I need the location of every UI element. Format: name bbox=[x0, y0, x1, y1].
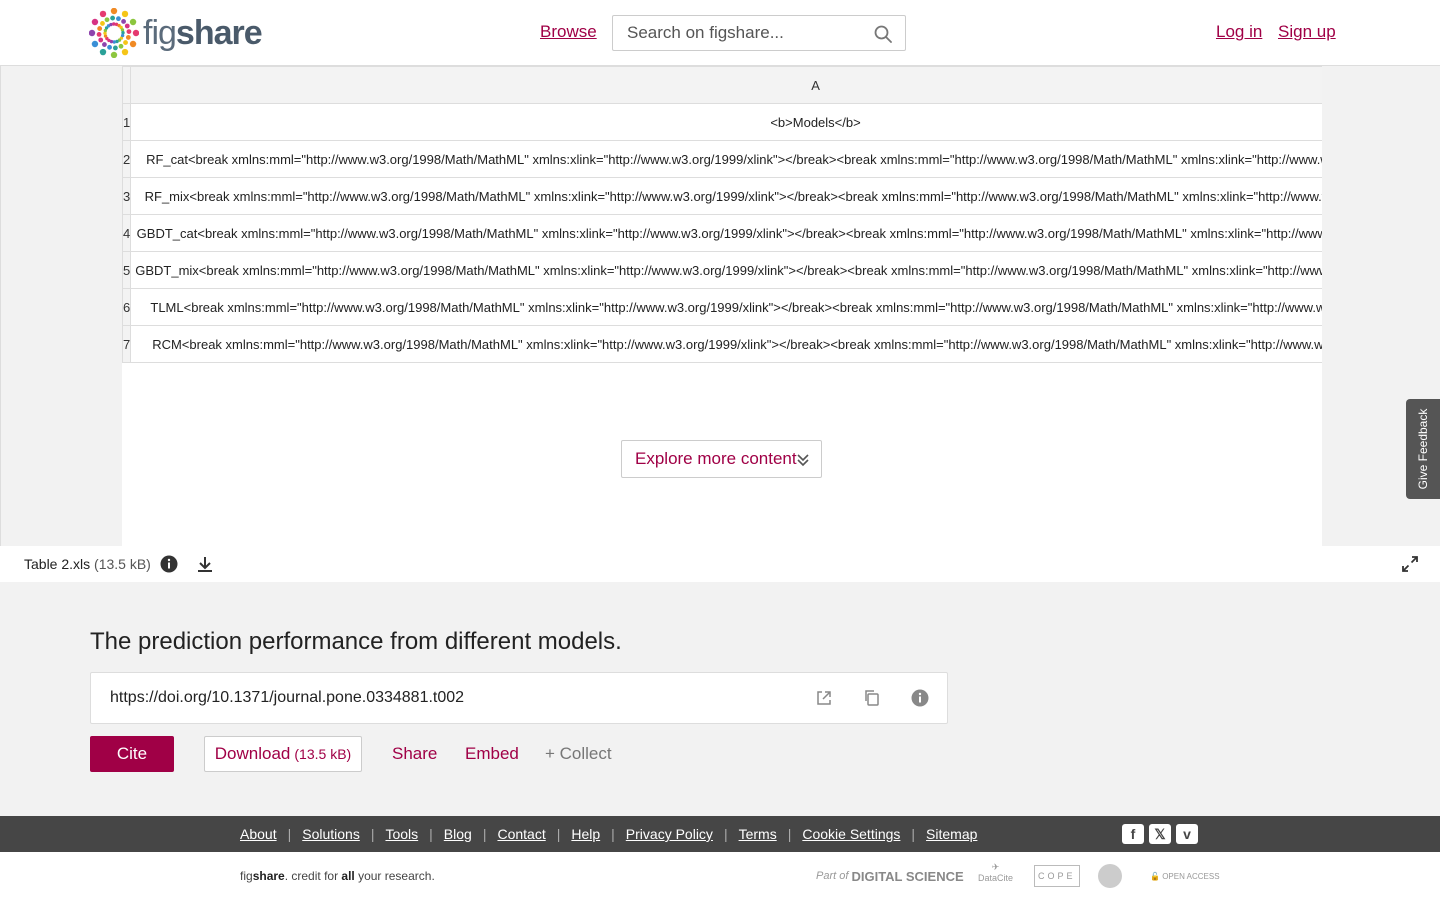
row-number: 2 bbox=[122, 140, 132, 178]
download-icon[interactable] bbox=[196, 555, 214, 573]
item-title: The prediction performance from differen… bbox=[90, 628, 622, 655]
footer-link-cookie-settings[interactable]: Cookie Settings bbox=[802, 826, 900, 842]
row-number: 1 bbox=[122, 103, 132, 141]
footer-link-help[interactable]: Help bbox=[571, 826, 600, 842]
search-icon[interactable] bbox=[873, 24, 893, 44]
footer-bar: About | Solutions | Tools | Blog | Contact | … bbox=[0, 816, 1440, 852]
table-row: 6 TLML<break xmlns:mml="http://www.w3.org… bbox=[122, 288, 1322, 326]
x-twitter-icon[interactable]: 𝕏 bbox=[1149, 824, 1171, 844]
datacite-logo[interactable]: ✈ DataCite bbox=[978, 862, 1013, 890]
open-access-icon: 🔓 bbox=[1150, 871, 1160, 881]
table-row: 1 <b>Models</b> bbox=[122, 103, 1322, 141]
row-number: 3 bbox=[122, 177, 132, 215]
embed-link[interactable]: Embed bbox=[465, 744, 519, 764]
column-header-a: A bbox=[130, 66, 1322, 104]
give-feedback-tab[interactable]: Give Feedback bbox=[1406, 399, 1440, 499]
site-header: figshare Browse Log in Sign up bbox=[0, 0, 1440, 66]
facebook-icon[interactable]: f bbox=[1122, 824, 1144, 844]
search-input[interactable] bbox=[613, 16, 863, 50]
digital-science-logo[interactable]: Part of DIGITAL SCIENCE bbox=[816, 862, 964, 890]
file-viewer: A 1 <b>Models</b> 2 RF_cat<break xmlns:mml… bbox=[0, 66, 1440, 582]
row-number: 5 bbox=[122, 251, 132, 289]
cite-button[interactable]: Cite bbox=[90, 736, 174, 772]
row-number: 7 bbox=[122, 325, 132, 363]
table-cell: <b>Models</b> bbox=[130, 103, 1322, 141]
download-button[interactable]: Download (13.5 kB) bbox=[204, 736, 362, 772]
table-cell: RCM<break xmlns:mml="http://www.w3.org/1… bbox=[130, 325, 1322, 363]
footer-link-tools[interactable]: Tools bbox=[385, 826, 418, 842]
column-header-row: A bbox=[122, 66, 1322, 104]
file-name: Table 2.xls (13.5 kB) bbox=[24, 556, 151, 572]
table-cell: TLML<break xmlns:mml="http://www.w3.org/… bbox=[130, 288, 1322, 326]
table-cell: GBDT_mix<break xmlns:mml="http://www.w3.… bbox=[130, 251, 1322, 289]
logo-wordmark: figshare bbox=[143, 13, 263, 52]
copy-icon[interactable] bbox=[863, 689, 881, 707]
signup-link[interactable]: Sign up bbox=[1278, 22, 1336, 42]
external-link-icon[interactable] bbox=[815, 689, 833, 707]
browse-link[interactable]: Browse bbox=[540, 22, 597, 42]
cope-logo[interactable]: COPE bbox=[1034, 865, 1080, 887]
file-size: (13.5 kB) bbox=[94, 556, 151, 572]
item-metadata: The prediction performance from differen… bbox=[0, 582, 1440, 816]
seal-logo-icon[interactable] bbox=[1098, 864, 1122, 888]
footer-link-about[interactable]: About bbox=[240, 826, 277, 842]
search-box bbox=[612, 15, 906, 51]
doi-link[interactable]: https://doi.org/10.1371/journal.pone.033… bbox=[110, 689, 464, 707]
table-cell: RF_cat<break xmlns:mml="http://www.w3.or… bbox=[130, 140, 1322, 178]
spreadsheet-table: A 1 <b>Models</b> 2 RF_cat<break xmlns:mml… bbox=[122, 66, 1322, 363]
table-cell: GBDT_cat<break xmlns:mml="http://www.w3.… bbox=[130, 214, 1322, 252]
footer-link-contact[interactable]: Contact bbox=[497, 826, 545, 842]
footer-bottom: figshare. credit for all your research. … bbox=[0, 852, 1440, 900]
file-info-icon[interactable] bbox=[160, 555, 178, 573]
double-chevron-down-icon bbox=[797, 454, 809, 467]
table-row: 2 RF_cat<break xmlns:mml="http://www.w3.o… bbox=[122, 140, 1322, 178]
footer-link-blog[interactable]: Blog bbox=[444, 826, 472, 842]
file-bar: Table 2.xls (13.5 kB) bbox=[0, 546, 1440, 582]
row-number: 6 bbox=[122, 288, 132, 326]
footer-links: About | Solutions | Tools | Blog | Contact | … bbox=[240, 826, 978, 842]
footer-link-terms[interactable]: Terms bbox=[739, 826, 777, 842]
login-link[interactable]: Log in bbox=[1216, 22, 1262, 42]
table-cell: RF_mix<break xmlns:mml="http://www.w3.or… bbox=[130, 177, 1322, 215]
figshare-logo-icon bbox=[89, 8, 139, 58]
row-number: 4 bbox=[122, 214, 132, 252]
table-row: 5 GBDT_mix<break xmlns:mml="http://www.w3… bbox=[122, 251, 1322, 289]
doi-info-icon[interactable] bbox=[911, 689, 929, 707]
table-row: 4 GBDT_cat<break xmlns:mml="http://www.w3… bbox=[122, 214, 1322, 252]
table-row: 3 RF_mix<break xmlns:mml="http://www.w3.o… bbox=[122, 177, 1322, 215]
collect-link[interactable]: + Collect bbox=[545, 744, 612, 764]
footer-link-solutions[interactable]: Solutions bbox=[302, 826, 360, 842]
table-row: 7 RCM<break xmlns:mml="http://www.w3.org/… bbox=[122, 325, 1322, 363]
footer-tagline: figshare. credit for all your research. bbox=[240, 869, 435, 883]
share-link[interactable]: Share bbox=[392, 744, 437, 764]
corner-cell bbox=[122, 66, 132, 104]
explore-more-button[interactable]: Explore more content bbox=[621, 440, 822, 478]
open-access-logo[interactable]: 🔓 OPEN ACCESS bbox=[1150, 862, 1220, 890]
doi-box: https://doi.org/10.1371/journal.pone.033… bbox=[90, 672, 948, 724]
fullscreen-icon[interactable] bbox=[1402, 556, 1418, 572]
explore-more-label: Explore more content bbox=[635, 449, 797, 468]
footer-link-sitemap[interactable]: Sitemap bbox=[926, 826, 977, 842]
vimeo-icon[interactable]: v bbox=[1176, 824, 1198, 844]
footer-link-privacy[interactable]: Privacy Policy bbox=[626, 826, 713, 842]
figshare-logo[interactable]: figshare bbox=[89, 8, 263, 58]
datacite-icon: ✈ bbox=[991, 862, 1000, 872]
download-size: (13.5 kB) bbox=[294, 746, 352, 762]
